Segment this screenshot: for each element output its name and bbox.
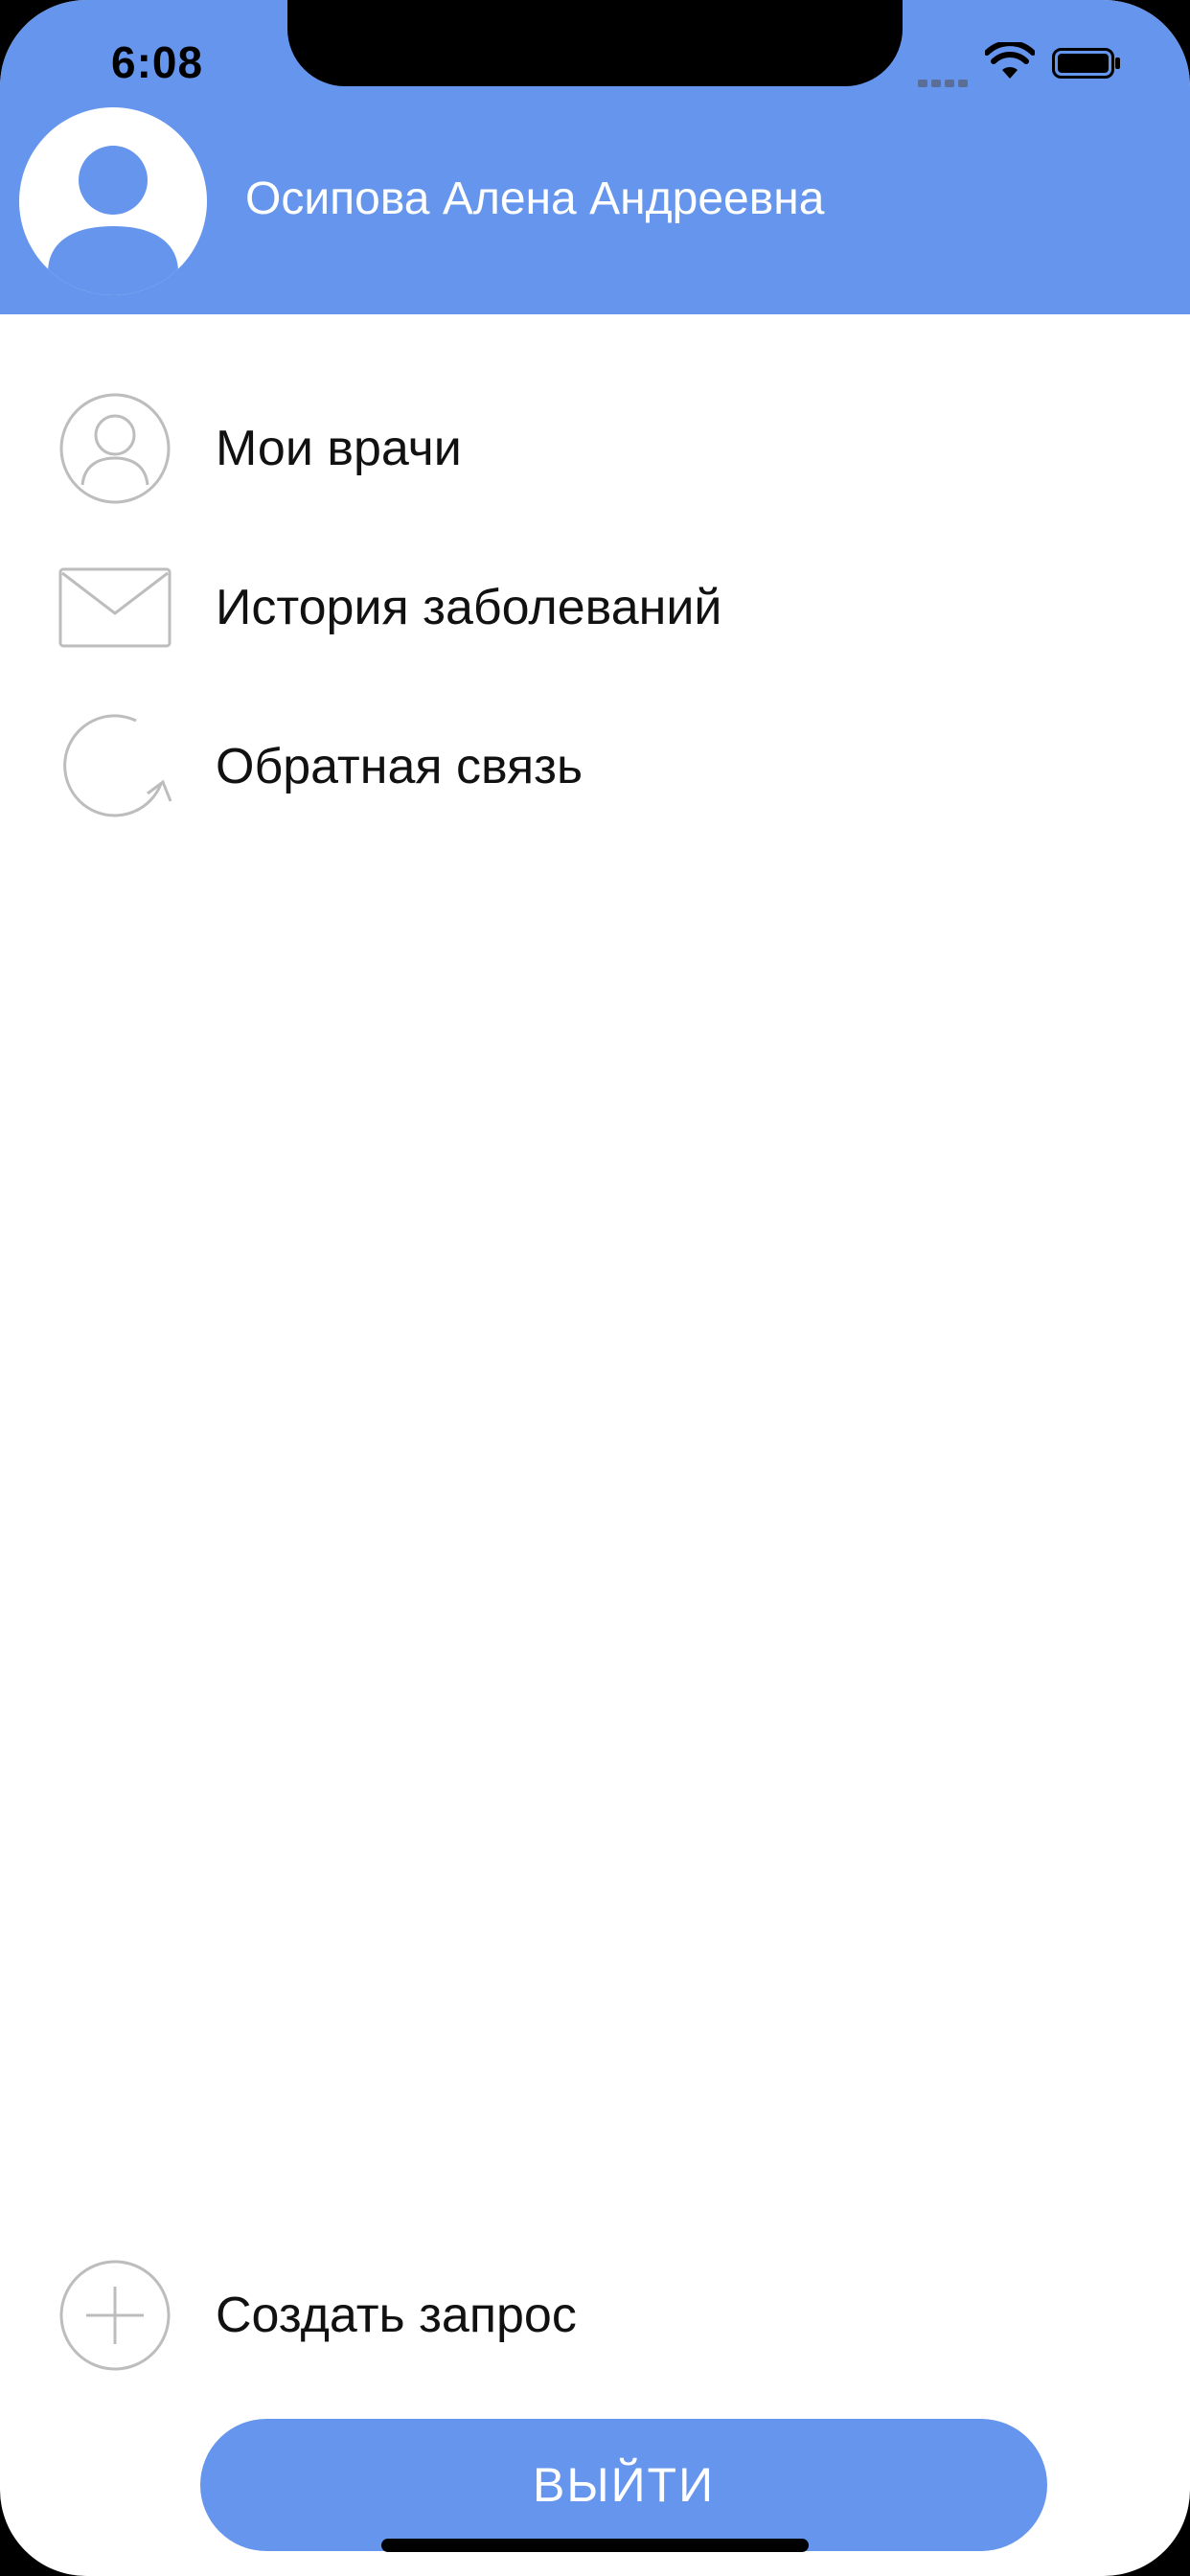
menu-item-label: История заболеваний [216,580,722,635]
menu-item-label: Мои врачи [216,421,462,476]
envelope-icon [58,567,172,648]
menu-item-my-doctors[interactable]: Мои врачи [0,381,1190,516]
status-time: 6:08 [111,37,204,87]
create-request-label: Создать запрос [216,2288,577,2343]
menu-item-medical-history[interactable]: История заболеваний [0,540,1190,675]
home-indicator [381,2539,809,2552]
user-name: Осипова Алена Андреевна [245,173,825,224]
create-request-item[interactable]: Создать запрос [0,2248,1190,2382]
person-icon [48,146,178,295]
plus-circle-icon [59,2260,171,2371]
signal-icon [918,75,972,87]
refresh-icon [63,714,172,817]
avatar[interactable] [19,107,207,295]
battery-icon [1052,48,1120,79]
logout-label: ВЫЙТИ [532,2458,716,2512]
wifi-icon [985,42,1035,79]
menu-item-label: Обратная связь [216,739,584,794]
logout-button[interactable]: ВЫЙТИ [200,2419,1047,2551]
person-circle-icon [59,393,171,504]
drawer-screen: 6:08 Осипова Алена Андреевна Мои врачи И… [0,0,1190,2576]
device-notch [287,0,903,86]
menu-item-feedback[interactable]: Обратная связь [0,700,1190,834]
